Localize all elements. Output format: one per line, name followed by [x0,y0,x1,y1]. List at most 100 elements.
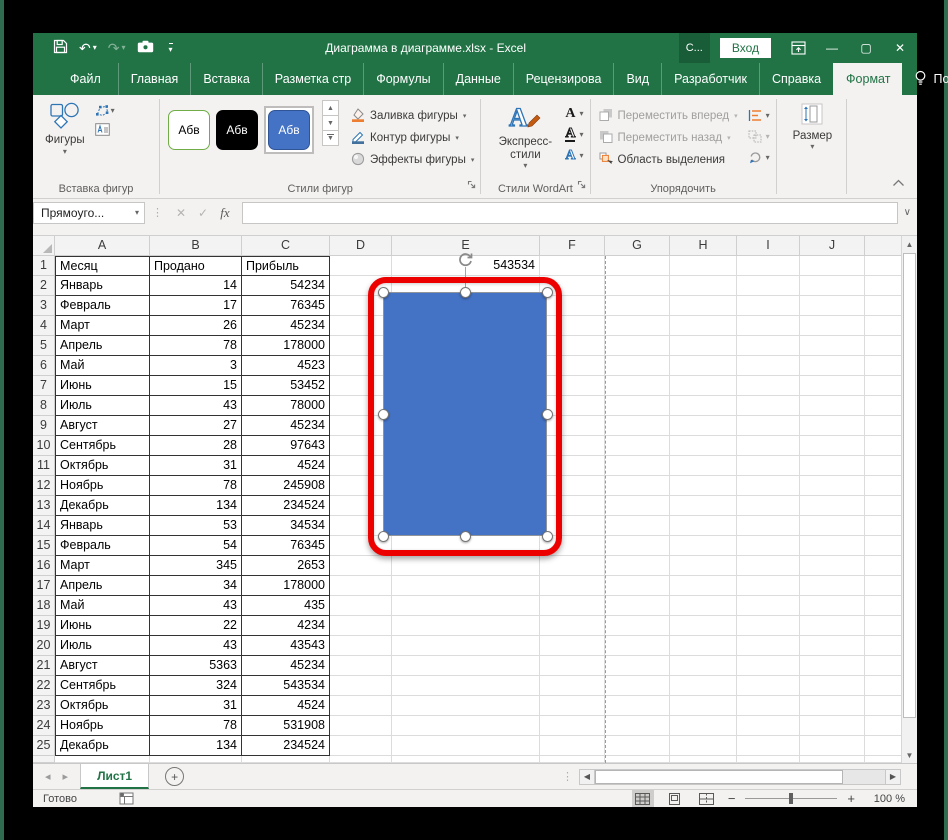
cell[interactable] [670,396,737,416]
cell[interactable] [865,416,901,436]
cell[interactable] [392,696,540,716]
vertical-scrollbar[interactable]: ▲ ▼ [901,236,917,763]
cell[interactable]: Август [55,416,150,436]
cell[interactable] [800,616,865,636]
zoom-out-button[interactable]: − [728,791,736,806]
row-header[interactable]: 12 [33,476,55,496]
cell[interactable] [865,616,901,636]
cell[interactable]: Март [55,316,150,336]
cell[interactable]: Октябрь [55,456,150,476]
cell[interactable]: 134 [150,736,242,756]
style-chip-blue[interactable]: Абв [268,110,310,150]
cell[interactable]: Июнь [55,616,150,636]
cell[interactable]: 27 [150,416,242,436]
cell[interactable] [392,676,540,696]
cell[interactable] [605,576,670,596]
gallery-scroll-down[interactable]: ▼ [322,115,339,131]
cell[interactable]: 78 [150,716,242,736]
cell[interactable] [865,676,901,696]
tab-Вид[interactable]: Вид [613,63,661,95]
cell[interactable]: Март [55,556,150,576]
cell[interactable] [800,336,865,356]
cell[interactable] [605,596,670,616]
cell[interactable] [605,456,670,476]
cell[interactable] [800,676,865,696]
cell[interactable] [737,396,800,416]
cell[interactable]: Декабрь [55,496,150,516]
cell[interactable] [392,596,540,616]
cell[interactable] [670,416,737,436]
row-header[interactable]: 11 [33,456,55,476]
cell[interactable]: 43 [150,636,242,656]
cell[interactable]: Апрель [55,336,150,356]
column-header[interactable]: F [540,236,605,256]
cell[interactable] [670,336,737,356]
cell[interactable] [800,396,865,416]
cell[interactable]: Июль [55,636,150,656]
cell[interactable] [330,696,392,716]
tab-Разметка стр[interactable]: Разметка стр [261,63,363,95]
horizontal-scrollbar[interactable]: ⋮ ◀ ▶ [562,768,901,785]
cell[interactable] [800,436,865,456]
column-header[interactable]: A [55,236,150,256]
cell[interactable] [605,556,670,576]
row-header[interactable]: 1 [33,256,55,276]
cell[interactable]: 531908 [242,716,330,736]
cell[interactable] [800,416,865,436]
cell[interactable] [800,456,865,476]
cell[interactable]: 34 [150,576,242,596]
cell[interactable] [605,416,670,436]
cell[interactable] [800,376,865,396]
cell[interactable] [737,756,800,763]
row-header[interactable]: 3 [33,296,55,316]
cell[interactable]: 178000 [242,576,330,596]
cell[interactable]: 3 [150,356,242,376]
cell[interactable] [737,676,800,696]
gallery-scroll-up[interactable]: ▲ [322,100,339,116]
cell[interactable] [540,716,605,736]
cell[interactable] [392,656,540,676]
cell[interactable] [605,616,670,636]
cell[interactable] [670,356,737,376]
cell[interactable] [540,676,605,696]
row-header[interactable]: 9 [33,416,55,436]
cell[interactable] [670,676,737,696]
tab-Рецензирова[interactable]: Рецензирова [512,63,614,95]
cell[interactable] [800,756,865,763]
cell[interactable]: 234524 [242,496,330,516]
formula-input[interactable] [242,201,898,224]
cell[interactable] [800,256,865,276]
cell[interactable] [865,276,901,296]
cell[interactable] [330,576,392,596]
cell[interactable] [330,736,392,756]
text-fill-button[interactable]: А ▾ [565,103,583,124]
cell[interactable]: 43 [150,596,242,616]
cell[interactable]: Сентябрь [55,676,150,696]
cell[interactable]: 43543 [242,636,330,656]
cell[interactable]: 78 [150,336,242,356]
cell[interactable] [865,596,901,616]
cell[interactable] [150,756,242,763]
cell[interactable] [670,656,737,676]
cell[interactable] [670,576,737,596]
tab-Помощн[interactable]: Помощн [902,63,948,95]
cell[interactable] [737,276,800,296]
cell[interactable] [605,276,670,296]
cell[interactable] [737,636,800,656]
cell[interactable] [800,556,865,576]
close-button[interactable]: ✕ [883,33,917,63]
cell[interactable] [605,756,670,763]
shapes-button[interactable]: Фигуры ▾ [41,100,89,158]
cell[interactable] [605,536,670,556]
cell[interactable]: 53 [150,516,242,536]
cell[interactable] [865,756,901,763]
cell[interactable] [737,356,800,376]
cell[interactable]: 4234 [242,616,330,636]
row-header[interactable]: 14 [33,516,55,536]
cell[interactable]: 4524 [242,456,330,476]
cell[interactable] [392,716,540,736]
cell[interactable]: 31 [150,696,242,716]
tab-Данные[interactable]: Данные [442,63,513,95]
wordart-dialog-launcher-icon[interactable] [577,176,586,194]
cell[interactable]: 54234 [242,276,330,296]
